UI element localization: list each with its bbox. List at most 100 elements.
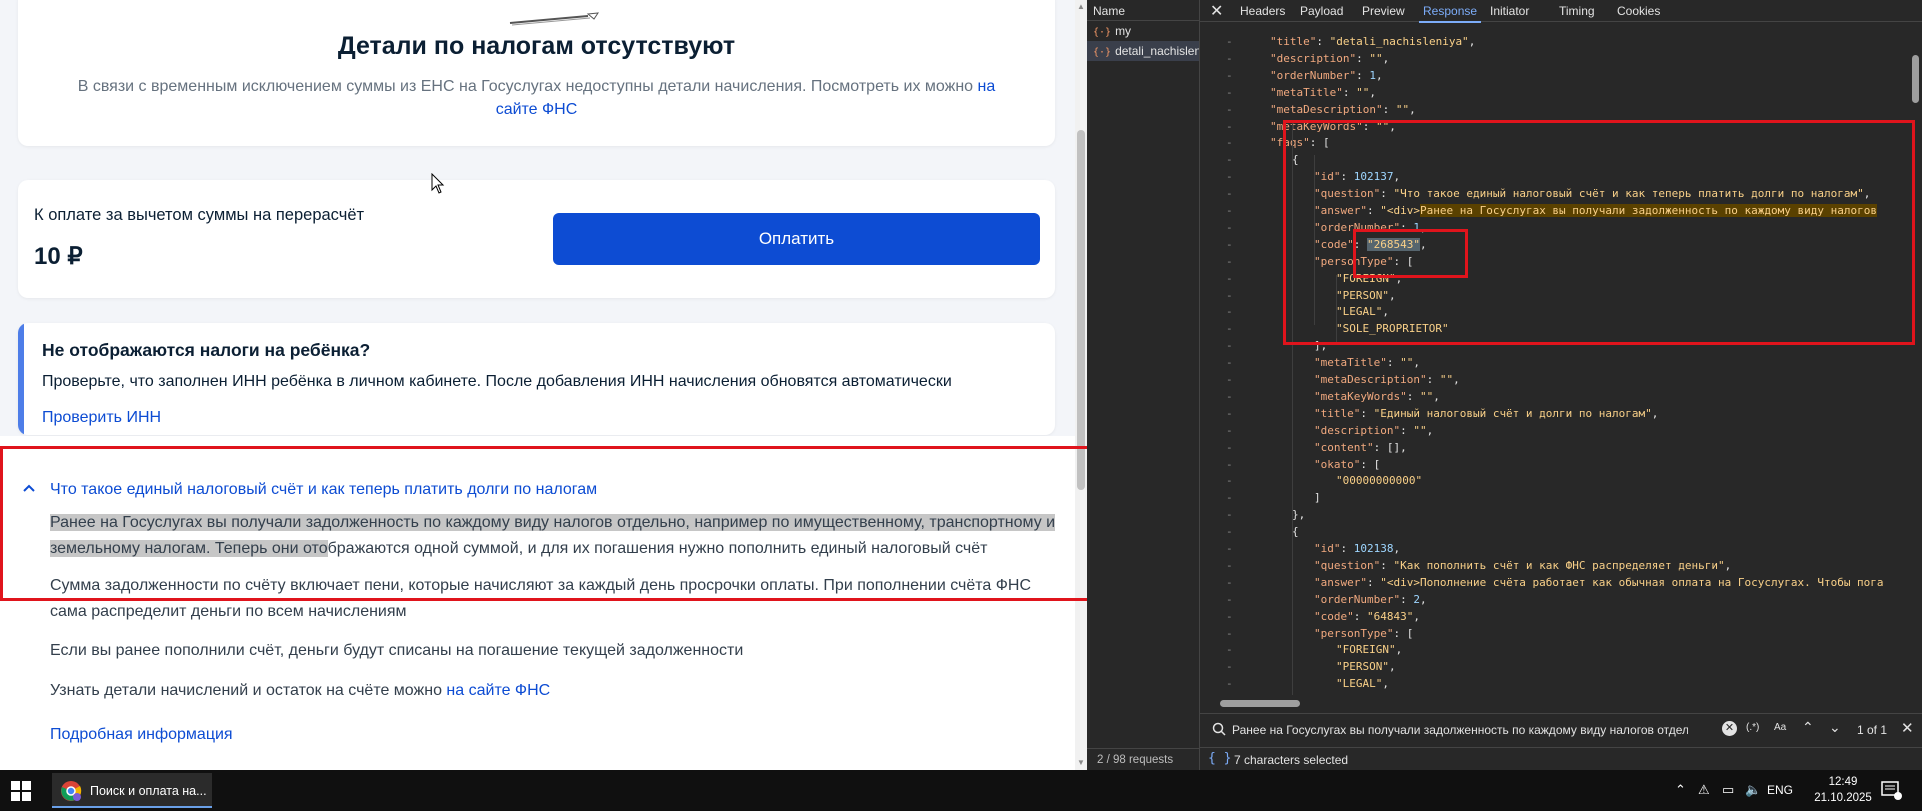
line-gutter-marker: - — [1226, 102, 1233, 116]
code-token: "id" — [1314, 542, 1341, 555]
scroll-up-arrow-icon[interactable]: ▲ — [1077, 2, 1085, 11]
scroll-down-arrow-icon[interactable]: ▼ — [1077, 758, 1085, 767]
line-gutter-marker: - — [1226, 389, 1233, 403]
code-token: "" — [1369, 51, 1383, 65]
line-gutter-marker: - — [1226, 525, 1233, 539]
line-gutter-marker: - — [1226, 271, 1233, 285]
tab-payload[interactable]: Payload — [1300, 4, 1343, 18]
code-token: : — [1382, 102, 1396, 116]
tab-response[interactable]: Response — [1418, 4, 1482, 23]
chevron-up-icon[interactable]: ⌃ — [1802, 719, 1814, 736]
line-gutter-marker: - — [1226, 626, 1233, 640]
search-result-count: 1 of 1 — [1857, 723, 1888, 737]
devtools-status-bar: { } 7 characters selected — [1200, 747, 1922, 770]
tab-cookies[interactable]: Cookies — [1617, 4, 1660, 18]
chevron-up-icon[interactable]: ⌃ — [1675, 782, 1686, 798]
close-icon[interactable]: ✕ — [1901, 719, 1914, 737]
line-gutter-marker: - — [1226, 85, 1233, 99]
tab-preview[interactable]: Preview — [1362, 4, 1405, 18]
line-gutter-marker: - — [1226, 406, 1233, 420]
code-token: 102138 — [1353, 542, 1394, 555]
code-token: "" — [1400, 356, 1414, 370]
pretty-print-icon[interactable]: { } — [1208, 751, 1231, 766]
language-indicator[interactable]: ENG — [1767, 783, 1793, 797]
tab-timing[interactable]: Timing — [1559, 4, 1595, 18]
line-gutter-marker: - — [1226, 170, 1233, 184]
browser-page: Детали по налогам отсутствуют В связи с … — [0, 0, 1075, 770]
volume-icon[interactable]: 🔈 — [1745, 782, 1761, 798]
code-token: : — [1316, 35, 1330, 48]
empty-taxes-card: Детали по налогам отсутствуют В связи с … — [18, 0, 1055, 146]
code-token: "description" — [1270, 51, 1357, 65]
windows-taskbar: Поиск и оплата на... ⌃ ⚠ ▭ 🔈 ENG 12:49 2… — [0, 770, 1922, 811]
name-column-header[interactable]: Name — [1087, 0, 1199, 21]
code-text: "title": "Единый налоговый счёт и долги … — [1314, 407, 1658, 420]
pay-button[interactable]: Оплатить — [553, 213, 1040, 265]
fns-site-link[interactable]: на сайте ФНС — [446, 682, 550, 699]
code-token: : — [1366, 575, 1381, 589]
faq-question[interactable]: Что такое единый налоговый счёт и как те… — [50, 481, 597, 499]
code-token: : [ — [1360, 457, 1381, 471]
faq-answer-paragraph: Ранее на Госуслугах вы получали задолжен… — [50, 514, 1056, 557]
code-token: "metaDescription" — [1314, 373, 1427, 386]
code-token: : — [1406, 389, 1420, 403]
notification-icon[interactable] — [1880, 780, 1902, 800]
code-token: , — [1369, 85, 1376, 99]
code-token: , — [1395, 643, 1403, 657]
pen-illustration-icon — [509, 12, 600, 26]
line-gutter-marker: - — [1226, 35, 1233, 48]
code-vertical-scrollbar[interactable] — [1909, 35, 1922, 695]
code-text: "metaDescription": "", — [1314, 373, 1460, 386]
regex-toggle[interactable]: (.*) — [1746, 722, 1759, 733]
scrollbar-thumb[interactable] — [1220, 700, 1300, 707]
code-horizontal-scrollbar[interactable] — [1200, 696, 1910, 710]
line-gutter-marker: - — [1226, 68, 1233, 82]
json-icon: {·} — [1093, 27, 1112, 38]
line-gutter-marker: - — [1226, 474, 1233, 488]
request-list: Name {·} my {·} detali_nachislen 2 / 98 re… — [1087, 0, 1200, 770]
code-token: : — [1360, 406, 1374, 420]
windows-start-icon[interactable] — [10, 780, 32, 802]
check-inn-link[interactable]: Проверить ИНН — [42, 409, 161, 427]
line-gutter-marker: - — [1226, 237, 1233, 251]
clear-search-icon[interactable]: ✕ — [1722, 721, 1737, 736]
empty-text: В связи с временным исключением суммы из… — [77, 78, 996, 118]
code-token: "orderNumber" — [1314, 592, 1401, 606]
security-icon[interactable]: ⚠ — [1698, 782, 1710, 798]
line-gutter-marker: - — [1226, 660, 1233, 674]
scrollbar-thumb[interactable] — [1912, 55, 1919, 103]
code-token: : — [1386, 356, 1401, 370]
code-token: : — [1380, 558, 1394, 572]
code-token: "" — [1413, 423, 1427, 437]
page-scrollbar[interactable]: ▲ ▼ — [1075, 0, 1087, 770]
code-token: , — [1724, 558, 1732, 572]
code-text: "metaDescription": "", — [1270, 103, 1416, 116]
scrollbar-thumb[interactable] — [1077, 130, 1085, 490]
chevron-up-icon[interactable] — [22, 483, 36, 493]
line-gutter-marker: - — [1226, 356, 1233, 370]
tab-initiator[interactable]: Initiator — [1490, 4, 1529, 18]
line-gutter-marker: - — [1226, 187, 1233, 201]
tab-headers[interactable]: Headers — [1240, 4, 1285, 18]
code-text: "description": "", — [1270, 52, 1389, 65]
close-icon[interactable]: ✕ — [1210, 1, 1223, 21]
line-gutter-marker: - — [1226, 339, 1233, 353]
code-token: , — [1382, 51, 1390, 65]
code-text: "personType": [ — [1314, 627, 1413, 640]
more-info-link[interactable]: Подробная информация — [50, 726, 233, 744]
chevron-down-icon[interactable]: ⌄ — [1829, 719, 1841, 736]
code-token: : — [1342, 85, 1357, 99]
clock[interactable]: 12:49 21.10.2025 — [1813, 774, 1873, 806]
line-gutter-marker: - — [1226, 254, 1233, 268]
line-gutter-marker: - — [1226, 288, 1233, 302]
match-case-toggle[interactable]: Aa — [1774, 722, 1786, 733]
taskbar-browser-app[interactable]: Поиск и оплата на... — [52, 773, 212, 808]
network-icon[interactable]: ▭ — [1722, 782, 1734, 798]
search-input[interactable] — [1232, 721, 1688, 739]
search-icon — [1212, 722, 1226, 736]
pay-amount: 10 ₽ — [34, 243, 83, 270]
request-item[interactable]: {·} my — [1087, 21, 1199, 41]
line-gutter-marker: - — [1226, 457, 1233, 471]
code-token: "metaTitle" — [1270, 85, 1343, 99]
request-item[interactable]: {·} detali_nachislen — [1087, 41, 1199, 61]
